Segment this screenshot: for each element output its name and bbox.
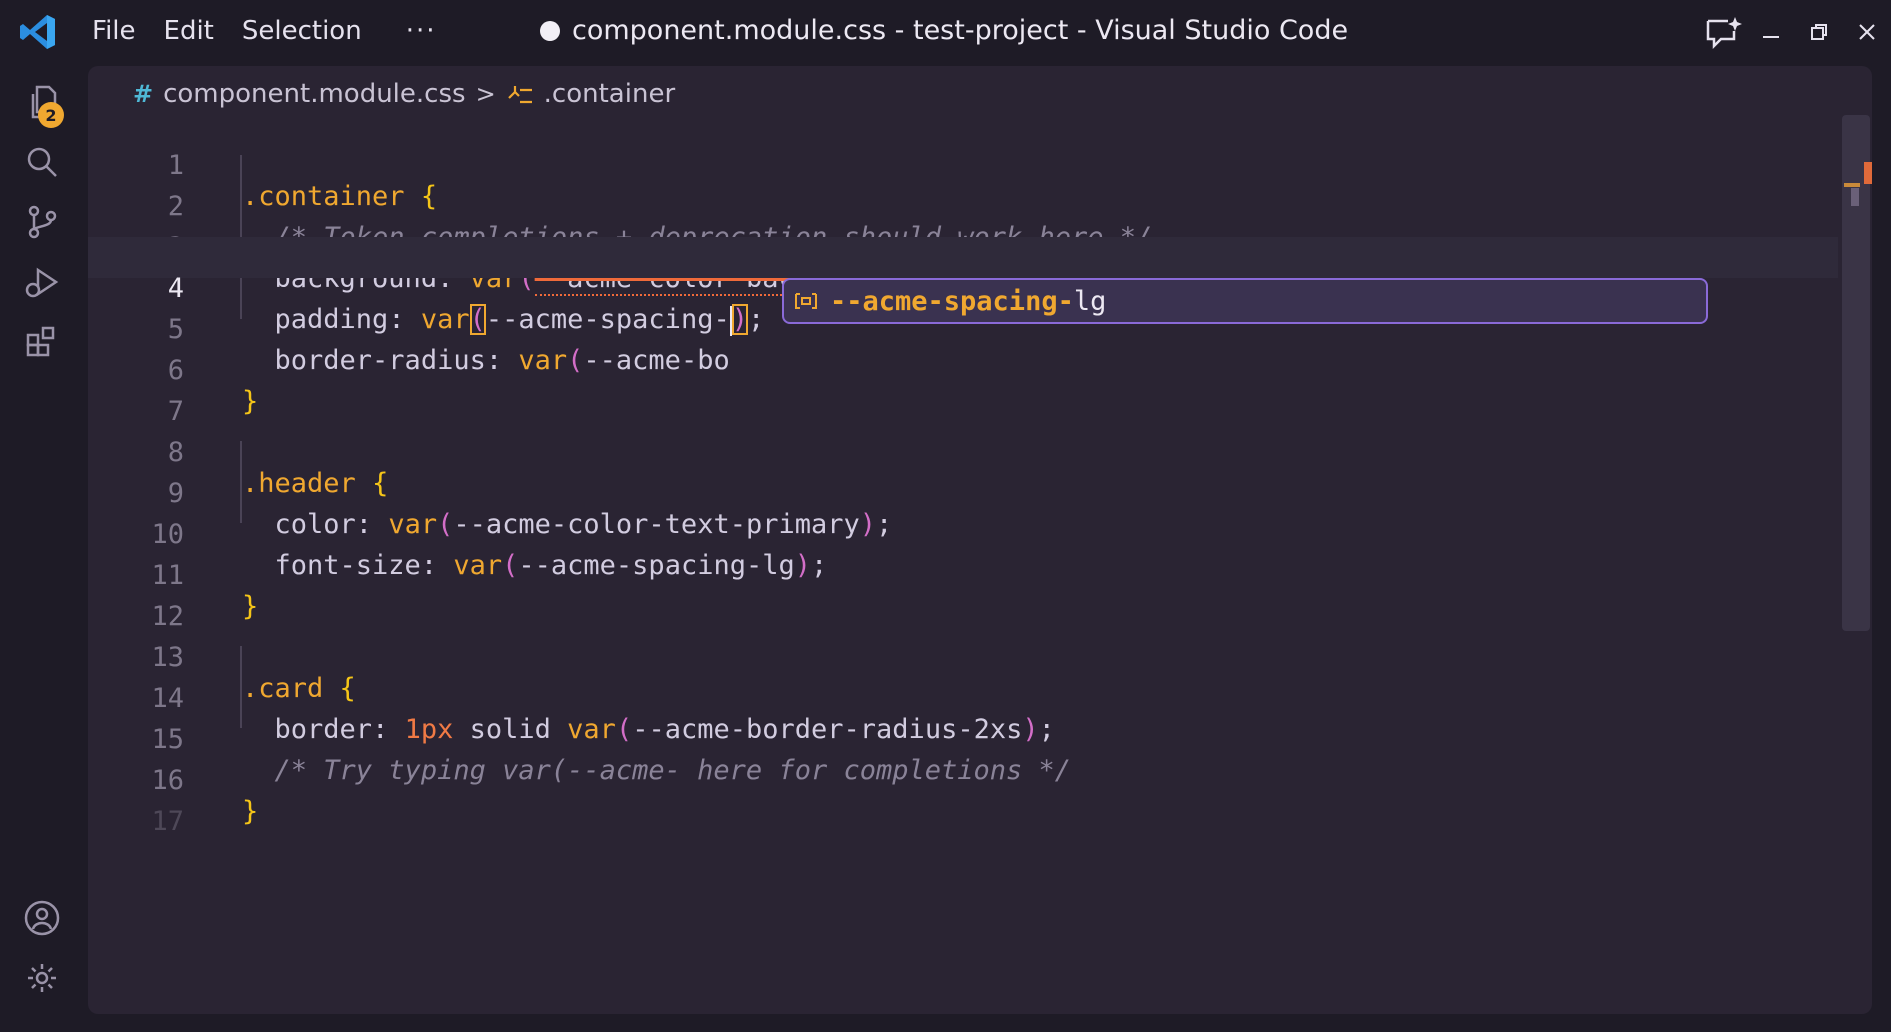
menu-bar: File Edit Selection ··· [78, 14, 451, 48]
chat-sparkle-icon[interactable] [1699, 0, 1747, 64]
close-icon[interactable] [1843, 0, 1891, 64]
code-line: 2 /* Token completions + deprecation sho… [88, 155, 1838, 253]
window-title: component.module.css - test-project - Vi… [540, 15, 1348, 46]
line-number: 17 [151, 806, 184, 837]
error-marker [1864, 162, 1872, 184]
activity-bar: 2 [0, 64, 80, 1014]
status-bar [0, 1014, 1891, 1032]
code-line: 12 [88, 565, 1838, 632]
code-line: 3 background: var(--acme-color-backgroun… [88, 196, 1838, 296]
code-line: 9 color: var(--acme-color-text-primary); [88, 442, 1838, 540]
code-line: 1 .container { [88, 114, 1838, 212]
run-debug-icon[interactable] [20, 260, 64, 304]
code-line: 7 [88, 360, 1838, 427]
code-line: 16 } [88, 729, 1838, 827]
code-line-current: 4 padding: var(--acme-spacing-); [88, 237, 1838, 336]
gear-icon[interactable] [20, 956, 64, 1000]
account-icon[interactable] [20, 896, 64, 940]
code-line: 17 [88, 770, 1838, 837]
code-line: 15 /* Try typing var(--acme- here for co… [88, 688, 1838, 786]
code-line: 6 } [88, 319, 1838, 417]
vscode-logo-icon [20, 15, 55, 49]
suggestion-item[interactable]: --acme-spacing-lg [830, 286, 1106, 317]
breadcrumb-symbol[interactable]: .container [544, 79, 675, 109]
menu-edit[interactable]: Edit [150, 14, 228, 48]
window-controls [1699, 0, 1891, 64]
scroll-marker [1844, 183, 1860, 187]
menu-selection[interactable]: Selection [228, 14, 376, 48]
unsaved-dot-icon [540, 20, 560, 41]
suggestion-widget[interactable]: --acme-spacing-lg [782, 278, 1708, 324]
breadcrumb-file[interactable]: component.module.css [163, 79, 465, 109]
breadcrumb-separator: > [475, 80, 496, 108]
suggestion-rest: lg [1073, 285, 1107, 317]
selector-symbol-icon [507, 86, 532, 104]
code-line: 8 .header { [88, 401, 1838, 499]
editor-pane[interactable]: # component.module.css > .container 1 .c… [88, 66, 1872, 1014]
code-line: 13 .card { [88, 606, 1838, 704]
code-line: 14 border: 1px solid var(--acme-border-r… [88, 647, 1838, 745]
menu-file[interactable]: File [78, 14, 150, 48]
search-icon[interactable] [20, 140, 64, 184]
minimize-icon[interactable] [1747, 0, 1795, 64]
extensions-icon[interactable] [20, 320, 64, 364]
code-line: 11 } [88, 524, 1838, 622]
variable-icon [792, 287, 820, 315]
window-title-text: component.module.css - test-project - Vi… [572, 15, 1349, 46]
menu-more[interactable]: ··· [376, 14, 451, 48]
explorer-badge: 2 [38, 102, 64, 128]
breadcrumb: # component.module.css > .container [133, 74, 675, 114]
restore-icon[interactable] [1795, 0, 1843, 64]
source-control-icon[interactable] [20, 200, 64, 244]
code-line: 10 font-size: var(--acme-spacing-lg); [88, 483, 1838, 581]
css-file-icon: # [133, 80, 154, 108]
cursor-marker [1851, 188, 1859, 206]
title-bar: File Edit Selection ··· component.module… [0, 0, 1891, 64]
suggestion-match: --acme-spacing- [830, 285, 1074, 317]
